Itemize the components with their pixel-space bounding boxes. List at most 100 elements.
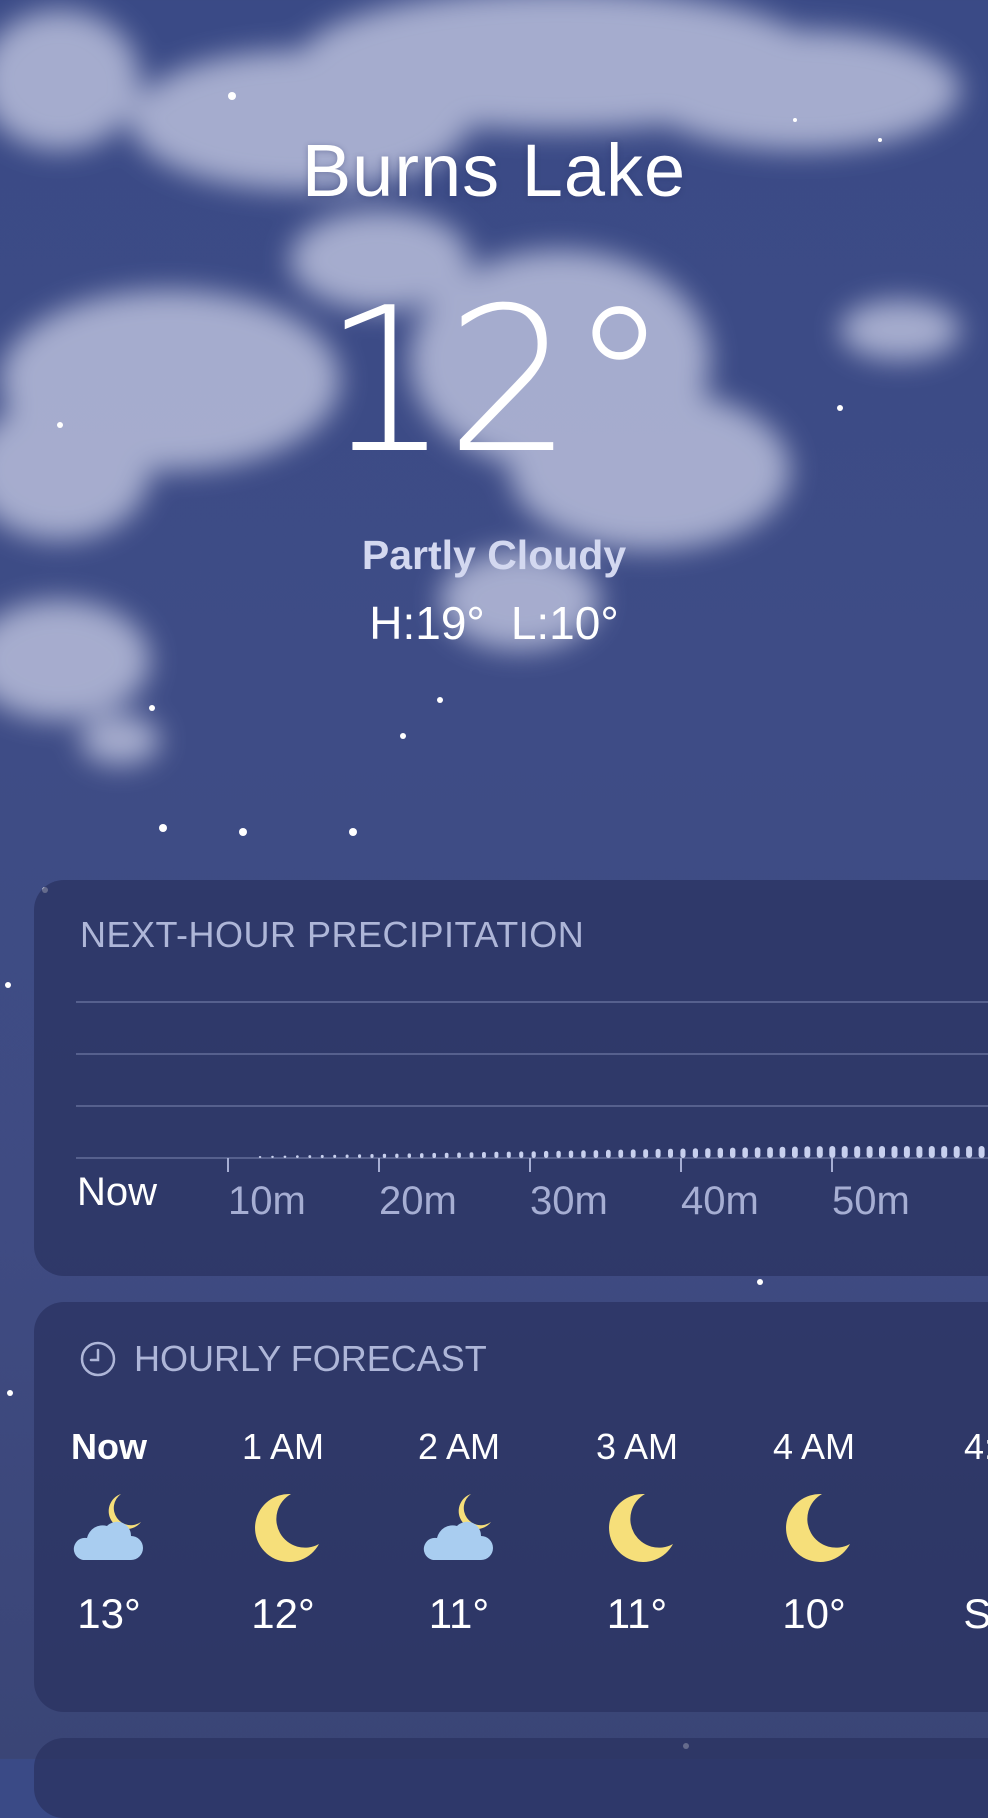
precip-dot bbox=[358, 1154, 362, 1158]
hour-time: Now bbox=[71, 1426, 147, 1467]
precip-now-label: Now bbox=[77, 1170, 158, 1214]
precip-dot bbox=[891, 1146, 898, 1158]
precip-dot bbox=[966, 1146, 973, 1158]
precip-dot bbox=[866, 1146, 873, 1158]
tick-mark bbox=[831, 1158, 833, 1172]
precip-dot bbox=[382, 1153, 387, 1158]
hour-temp: 11° bbox=[428, 1590, 490, 1637]
precip-dot bbox=[482, 1152, 486, 1158]
hour-time: 4 AM bbox=[772, 1426, 856, 1467]
moon-icon bbox=[786, 1493, 850, 1562]
hour-item-4am[interactable]: 4 AM 10° bbox=[739, 1426, 889, 1638]
current-temperature: 12° bbox=[322, 265, 670, 498]
hour-time: 3 AM bbox=[595, 1426, 679, 1467]
precip-dot bbox=[432, 1152, 436, 1158]
precip-dot bbox=[395, 1153, 399, 1158]
precip-dot bbox=[345, 1154, 349, 1158]
sunrise-icon bbox=[949, 1488, 988, 1568]
precip-dot bbox=[928, 1146, 935, 1158]
precip-dot bbox=[655, 1148, 661, 1158]
precip-dot bbox=[630, 1149, 636, 1158]
precip-dot bbox=[916, 1146, 923, 1158]
low-temp: L:10° bbox=[510, 597, 619, 649]
hour-item-2am[interactable]: 2 AM 11° bbox=[384, 1426, 534, 1638]
tick-mark bbox=[680, 1158, 682, 1172]
precip-dot bbox=[296, 1155, 299, 1158]
precip-dot bbox=[593, 1150, 599, 1158]
tick-label-40m: 40m bbox=[681, 1179, 759, 1223]
precip-dot bbox=[829, 1146, 836, 1158]
tick-label-20m: 20m bbox=[379, 1179, 457, 1223]
precip-dot bbox=[444, 1152, 449, 1158]
precip-dot bbox=[978, 1146, 985, 1158]
precip-dot bbox=[283, 1155, 287, 1158]
precip-dot bbox=[668, 1148, 673, 1158]
tick-label-10m: 10m bbox=[228, 1179, 306, 1223]
precip-dot bbox=[308, 1155, 312, 1158]
precip-dot bbox=[792, 1146, 798, 1158]
precip-dot bbox=[258, 1156, 262, 1158]
precip-dot bbox=[879, 1146, 885, 1158]
precip-dot bbox=[320, 1154, 324, 1158]
precip-dot bbox=[457, 1152, 461, 1158]
precip-dot bbox=[903, 1146, 910, 1158]
tick-label-50m: 50m bbox=[832, 1179, 910, 1223]
precip-dot bbox=[506, 1151, 511, 1158]
precip-dot bbox=[730, 1147, 736, 1158]
hour-item-sunrise[interactable]: 4:5 Su bbox=[914, 1426, 988, 1638]
hour-item-now[interactable]: Now 13° bbox=[34, 1426, 184, 1638]
precip-dot bbox=[779, 1146, 786, 1158]
precip-dot bbox=[618, 1149, 624, 1158]
precip-dot bbox=[841, 1146, 848, 1158]
precip-dot bbox=[767, 1147, 773, 1158]
precip-dot bbox=[469, 1152, 474, 1158]
partly-cloudy-night-icon bbox=[423, 1494, 493, 1560]
hourly-title: HOURLY FORECAST bbox=[80, 1338, 487, 1380]
precip-dot bbox=[544, 1150, 549, 1158]
precip-dot bbox=[643, 1149, 649, 1158]
precip-dot bbox=[568, 1150, 574, 1158]
hour-temp: 10° bbox=[782, 1590, 846, 1637]
weather-condition: Partly Cloudy bbox=[361, 532, 627, 578]
precip-dot bbox=[816, 1146, 823, 1158]
precip-dot bbox=[407, 1153, 411, 1158]
precip-dot bbox=[680, 1148, 686, 1158]
precip-dot bbox=[717, 1147, 723, 1158]
precip-dot bbox=[420, 1153, 424, 1158]
hour-time: 1 AM bbox=[241, 1426, 325, 1467]
city-name: Burns Lake bbox=[301, 129, 687, 212]
hour-time: 2 AM bbox=[417, 1426, 501, 1467]
hour-item-3am[interactable]: 3 AM 11° bbox=[562, 1426, 712, 1638]
precip-dot bbox=[333, 1154, 337, 1158]
clock-icon bbox=[80, 1341, 116, 1377]
tick-mark bbox=[227, 1158, 229, 1172]
precipitation-card[interactable]: NEXT-HOUR PRECIPITATION Now 10m 20m 30m … bbox=[34, 880, 988, 1276]
precip-dot bbox=[742, 1147, 748, 1158]
precip-dot bbox=[953, 1146, 960, 1158]
precip-dot bbox=[581, 1150, 586, 1158]
hourly-title-label: HOURLY FORECAST bbox=[134, 1338, 487, 1379]
hour-temp: 13° bbox=[77, 1590, 141, 1637]
hour-item-1am[interactable]: 1 AM 12° bbox=[208, 1426, 358, 1638]
high-temp: H:19° bbox=[369, 597, 485, 649]
hourly-forecast-card[interactable]: HOURLY FORECAST Now 13° 1 AM 12° 2 AM 11… bbox=[34, 1302, 988, 1712]
partly-cloudy-night-icon bbox=[73, 1494, 143, 1560]
precip-dot bbox=[531, 1151, 536, 1158]
tick-mark bbox=[529, 1158, 531, 1172]
precip-dot bbox=[606, 1149, 611, 1158]
precip-dot bbox=[754, 1147, 761, 1158]
next-card[interactable] bbox=[34, 1738, 988, 1818]
precip-dot bbox=[271, 1155, 274, 1158]
precip-dot bbox=[556, 1150, 561, 1158]
precip-dot bbox=[941, 1146, 948, 1158]
precip-dot bbox=[705, 1148, 711, 1158]
precip-dot bbox=[494, 1151, 499, 1158]
precip-dot bbox=[804, 1146, 811, 1158]
tick-label-30m: 30m bbox=[530, 1179, 608, 1223]
hour-temp: Su bbox=[963, 1590, 988, 1637]
precip-dot bbox=[519, 1151, 524, 1158]
moon-icon bbox=[609, 1493, 673, 1562]
precip-dot bbox=[370, 1154, 374, 1158]
tick-mark bbox=[378, 1158, 380, 1172]
moon-icon bbox=[255, 1493, 319, 1562]
